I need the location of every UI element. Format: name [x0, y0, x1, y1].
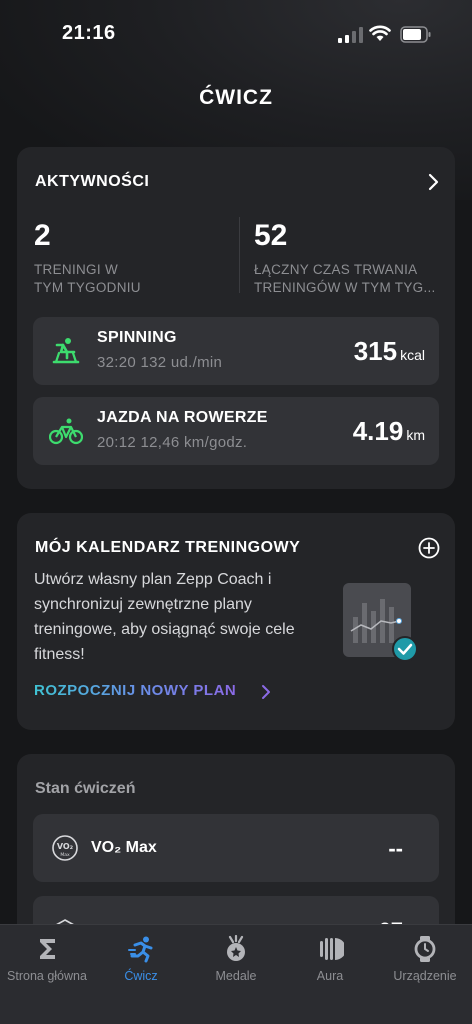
svg-text:Max: Max [60, 852, 70, 858]
wifi-icon [369, 25, 391, 41]
battery-icon [400, 26, 431, 43]
vo2max-row[interactable]: VO₂ Max VO₂ Max -- [33, 814, 439, 882]
stat-value: 52 [254, 219, 288, 252]
signal-icon [338, 27, 363, 43]
tab-device[interactable]: Urządzenie [378, 935, 472, 983]
activities-card[interactable]: AKTYWNOŚCI 2 TRENINGI W TYM TYGODNIU 52 … [17, 147, 455, 489]
training-calendar-card[interactable]: MÓJ KALENDARZ TRENINGOWY Utwórz własny p… [17, 513, 455, 730]
calendar-description: Utwórz własny plan Zepp Coach i synchron… [34, 571, 295, 663]
stat-label: TRENINGI W TYM TYGODNIU [34, 262, 141, 295]
spinning-bike-icon [52, 338, 80, 364]
page-title: ĆWICZ [199, 86, 273, 109]
activity-value: 4.19 km [352, 416, 425, 446]
runner-icon [128, 936, 153, 963]
tab-label: Ćwicz [124, 969, 158, 983]
stat-value: 2 [34, 219, 51, 252]
activity-name: JAZDA NA ROWERZE [97, 409, 268, 426]
tab-label: Strona główna [7, 969, 87, 983]
activity-detail: 32:20 132 ud./min [97, 354, 223, 371]
start-new-plan-link[interactable]: ROZPOCZNIJ NOWY PLAN [34, 682, 236, 699]
weekly-trainings-stat: 2 TRENINGI W TYM TYGODNIU [34, 219, 224, 297]
status-bar: 21:16 [0, 0, 472, 70]
activity-row-cycling[interactable]: JAZDA NA ROWERZE 20:12 12,46 km/godz. 4.… [33, 397, 439, 465]
activity-value: 315 kcal [353, 336, 425, 366]
exercise-state-title: Stan ćwiczeń [35, 780, 136, 797]
tab-exercise[interactable]: Ćwicz [94, 935, 188, 983]
tab-label: Aura [316, 969, 344, 983]
tab-aura[interactable]: Aura [283, 935, 377, 983]
activity-row-spinning[interactable]: SPINNING 32:20 132 ud./min 315 kcal [33, 317, 439, 385]
vo2max-label: VO₂ Max [91, 839, 157, 856]
tab-home[interactable]: Strona główna [0, 935, 94, 983]
vo2max-icon: VO₂ Max [52, 835, 78, 861]
activity-name: SPINNING [97, 329, 177, 346]
activity-detail: 20:12 12,46 km/godz. [97, 434, 248, 451]
bicycle-icon [49, 418, 83, 445]
medal-icon [227, 935, 245, 961]
tab-label: Urządzenie [393, 969, 457, 983]
watch-icon [414, 936, 436, 962]
svg-text:VO₂: VO₂ [57, 842, 74, 851]
aura-icon [320, 938, 344, 960]
bottom-tab-bar: Strona główna Ćwicz Medale Aura Urządzen… [0, 924, 472, 1024]
training-plan-illustration [343, 583, 418, 662]
status-time: 21:16 [62, 22, 116, 44]
vo2max-value: -- [388, 836, 403, 861]
activities-header: AKTYWNOŚCI [35, 173, 150, 190]
weekly-duration-stat: 52 ŁĄCZNY CZAS TRWANIA TRENINGÓW W TYM T… [254, 219, 444, 297]
stat-label: ŁĄCZNY CZAS TRWANIA TRENINGÓW W TYM TYG.… [254, 262, 436, 295]
chevron-right-icon[interactable] [261, 684, 271, 700]
divider [239, 217, 240, 293]
chevron-right-icon[interactable] [427, 173, 439, 191]
tab-medals[interactable]: Medale [189, 935, 283, 983]
sigma-icon [40, 939, 55, 959]
calendar-header: MÓJ KALENDARZ TRENINGOWY [35, 539, 301, 556]
tab-label: Medale [215, 969, 257, 983]
add-plan-icon[interactable] [418, 537, 440, 559]
